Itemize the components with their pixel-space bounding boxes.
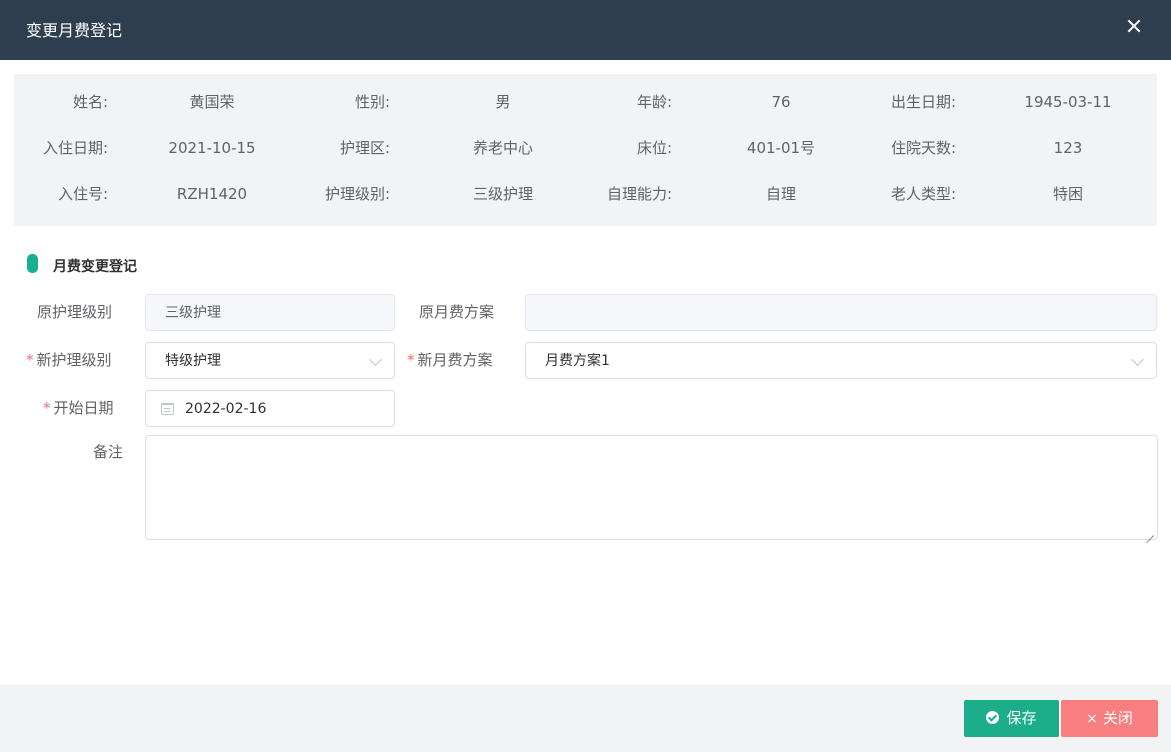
info-value-name: 黄国荣 — [189, 93, 235, 111]
save-button-label: 保存 — [1006, 709, 1037, 727]
required-mark: * — [407, 351, 415, 369]
calendar-icon — [161, 403, 174, 415]
info-value-bed: 401-01号 — [746, 139, 816, 157]
close-icon: × — [1086, 711, 1098, 727]
info-label-name: 姓名: — [72, 93, 108, 111]
new-plan-value: 月费方案1 — [545, 353, 610, 369]
new-plan-label: * 新月费方案 — [407, 351, 493, 369]
info-label-gender: 性别: — [354, 93, 390, 111]
new-level-label: * 新护理级别 — [26, 351, 112, 369]
info-value-care-level: 三级护理 — [472, 185, 533, 203]
start-date-picker[interactable]: 2022-02-16 — [145, 390, 395, 427]
dialog-footer: 保存 × 关闭 — [0, 685, 1171, 752]
info-label-stay-days: 住院天数: — [890, 139, 956, 157]
info-value-age: 76 — [771, 93, 791, 111]
info-value-checkin-no: RZH1420 — [176, 185, 248, 203]
close-button-label: 关闭 — [1102, 709, 1133, 727]
start-date-value: 2022-02-16 — [185, 401, 267, 417]
section-title: 月费变更登记 — [53, 259, 137, 275]
required-mark: * — [26, 351, 34, 369]
resize-handle-icon[interactable] — [1146, 528, 1154, 536]
info-value-stay-days: 123 — [1053, 139, 1083, 157]
close-button[interactable]: × 关闭 — [1061, 700, 1158, 737]
info-label-self-care: 自理能力: — [606, 185, 672, 203]
check-circle-icon — [986, 711, 1000, 724]
orig-level-label: 原护理级别 — [37, 303, 113, 321]
info-label-checkin-date: 入住日期: — [42, 139, 108, 157]
info-value-self-care: 自理 — [765, 185, 796, 203]
orig-plan-label: 原月费方案 — [419, 303, 495, 321]
orig-level-field: 三级护理 — [145, 294, 395, 331]
new-level-select[interactable]: 特级护理 — [145, 342, 395, 379]
orig-plan-field — [525, 294, 1157, 331]
chevron-down-icon — [1131, 353, 1144, 366]
dialog-header: 变更月费登记 — [0, 0, 1171, 60]
change-monthly-fee-dialog: 变更月费登记 姓名: 黄国荣 性别: 男 年龄: 76 出生日期: 1945-0… — [0, 0, 1171, 752]
required-mark: * — [43, 399, 51, 417]
resident-info-panel: 姓名: 黄国荣 性别: 男 年龄: 76 出生日期: 1945-03-11 入住… — [14, 74, 1157, 226]
info-value-gender: 男 — [495, 93, 511, 111]
remark-label: 备注 — [93, 443, 124, 461]
section-accent-bar — [27, 254, 38, 273]
info-label-birthdate: 出生日期: — [890, 93, 956, 111]
new-plan-select[interactable]: 月费方案1 — [525, 342, 1157, 379]
orig-level-value: 三级护理 — [165, 305, 221, 321]
new-level-value: 特级护理 — [165, 353, 221, 369]
info-label-care-area: 护理区: — [339, 139, 390, 157]
start-date-label: * 开始日期 — [43, 399, 114, 417]
info-value-checkin-date: 2021-10-15 — [168, 139, 256, 157]
info-label-elder-type: 老人类型: — [890, 185, 956, 203]
save-button[interactable]: 保存 — [964, 700, 1059, 737]
info-label-care-level: 护理级别: — [324, 185, 390, 203]
dialog-title: 变更月费登记 — [26, 21, 123, 40]
info-value-elder-type: 特困 — [1052, 185, 1083, 203]
remark-textarea[interactable] — [145, 435, 1158, 540]
info-value-care-area: 养老中心 — [472, 139, 533, 157]
info-label-age: 年龄: — [636, 93, 672, 111]
info-value-birthdate: 1945-03-11 — [1024, 93, 1112, 111]
info-label-checkin-no: 入住号: — [57, 185, 108, 203]
chevron-down-icon — [369, 353, 382, 366]
close-icon[interactable] — [1123, 16, 1145, 38]
info-label-bed: 床位: — [636, 139, 672, 157]
